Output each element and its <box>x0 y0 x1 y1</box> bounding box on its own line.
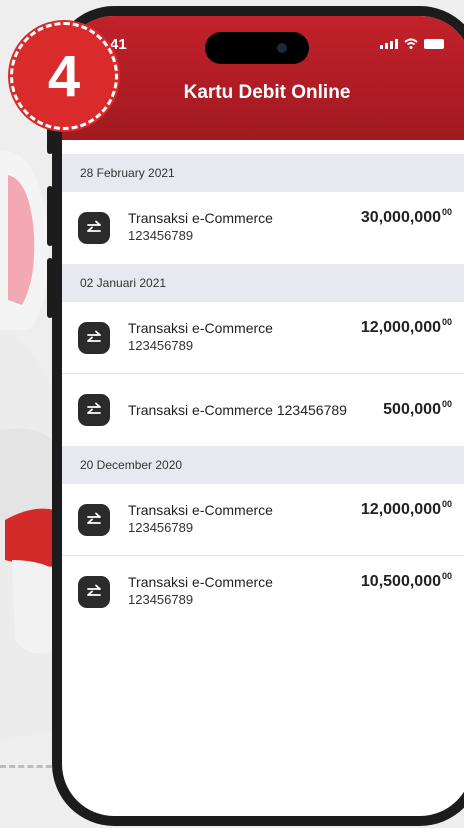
phone-volume-up <box>47 186 53 246</box>
date-header: 28 February 2021 <box>62 154 464 192</box>
transaction-id: 123456789 <box>128 520 194 535</box>
transfer-icon <box>78 322 110 354</box>
transfer-icon <box>78 212 110 244</box>
transaction-row[interactable]: Transaksi e-Commerce 123456789 12,000,00… <box>62 484 464 556</box>
transfer-icon <box>78 394 110 426</box>
transaction-name: Transaksi e-Commerce <box>128 502 273 518</box>
date-header: 02 Januari 2021 <box>62 264 464 302</box>
phone-volume-down <box>47 258 53 318</box>
transaction-amount: 30,000,00000 <box>360 207 452 226</box>
dynamic-island <box>205 32 309 64</box>
battery-icon <box>424 39 444 49</box>
transaction-id: 123456789 <box>128 228 194 243</box>
wifi-icon <box>404 38 418 49</box>
phone-frame: 41 Kartu Debit Online 28 February 2021 T… <box>47 6 464 826</box>
transaction-row[interactable]: Transaksi e-Commerce 123456789 10,500,00… <box>62 556 464 628</box>
transaction-id: 123456789 <box>128 592 194 607</box>
transaction-name: Transaksi e-Commerce <box>128 210 273 226</box>
transaction-name: Transaksi e-Commerce <box>128 320 273 336</box>
transaction-row[interactable]: Transaksi e-Commerce 123456789 12,000,00… <box>62 302 464 374</box>
app-header: 41 Kartu Debit Online <box>62 16 464 140</box>
transaction-amount: 12,000,00000 <box>360 499 452 518</box>
transfer-icon <box>78 504 110 536</box>
transaction-amount: 10,500,00000 <box>360 571 452 590</box>
transaction-row[interactable]: Transaksi e-Commerce 123456789 30,000,00… <box>62 192 464 264</box>
status-time: 41 <box>110 36 127 53</box>
transaction-list: 28 February 2021 Transaksi e-Commerce 12… <box>62 154 464 628</box>
transaction-id: 123456789 <box>128 338 194 353</box>
transaction-amount: 500,00000 <box>383 399 452 418</box>
page-title: Kartu Debit Online <box>183 82 351 103</box>
transaction-amount: 12,000,00000 <box>360 317 452 336</box>
date-header: 20 December 2020 <box>62 446 464 484</box>
transfer-icon <box>78 576 110 608</box>
app-screen: 41 Kartu Debit Online 28 February 2021 T… <box>62 16 464 816</box>
status-icons <box>380 38 444 49</box>
signal-icon <box>380 39 398 49</box>
transaction-name: Transaksi e-Commerce 123456789 <box>128 402 347 418</box>
transaction-name: Transaksi e-Commerce <box>128 574 273 590</box>
transaction-row[interactable]: Transaksi e-Commerce 123456789 500,00000 <box>62 374 464 446</box>
step-number-badge: 4 <box>10 22 118 130</box>
